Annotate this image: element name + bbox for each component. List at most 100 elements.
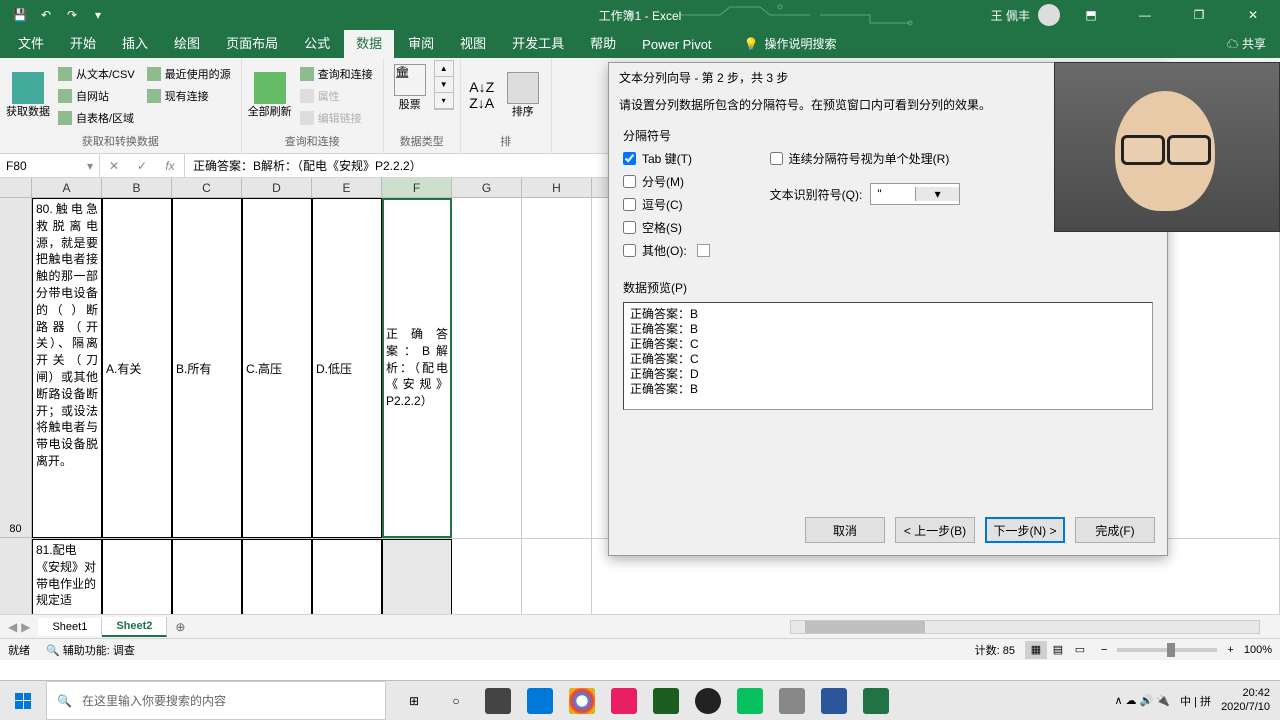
cell-E80[interactable]: D.低压	[312, 198, 382, 538]
taskbar-search[interactable]: 🔍 在这里输入你要搜索的内容	[46, 681, 386, 720]
save-icon[interactable]: 💾	[8, 3, 32, 27]
cell-D80[interactable]: C.高压	[242, 198, 312, 538]
zoom-slider[interactable]	[1117, 648, 1217, 652]
queries-conn[interactable]: 查询和连接	[296, 64, 377, 84]
sheet-tab-1[interactable]: Sheet1	[38, 618, 102, 636]
data-type-gallery[interactable]: ▲▼▾	[434, 60, 454, 110]
share-button[interactable]: ☁ 共享	[1213, 29, 1280, 58]
tell-me[interactable]: 💡 操作说明搜索	[734, 29, 847, 58]
from-table[interactable]: 自表格/区域	[54, 108, 139, 128]
cell-C80[interactable]: B.所有	[172, 198, 242, 538]
chk-tab[interactable]: Tab 键(T)	[623, 150, 710, 167]
tab-review[interactable]: 审阅	[396, 27, 446, 58]
cell-B80[interactable]: A.有关	[102, 198, 172, 538]
cell-G81[interactable]	[452, 539, 522, 614]
tb-wechat-icon[interactable]	[732, 683, 768, 719]
cancel-button[interactable]: 取消	[805, 517, 885, 543]
col-E[interactable]: E	[312, 178, 382, 197]
add-sheet-icon[interactable]: ⊕	[167, 620, 193, 634]
get-data-button[interactable]: 获取数据	[6, 60, 50, 130]
chk-comma[interactable]: 逗号(C)	[623, 196, 710, 213]
cancel-formula-icon[interactable]: ✕	[100, 154, 128, 177]
sheet-tab-2[interactable]: Sheet2	[102, 617, 167, 637]
cell-B81[interactable]	[102, 539, 172, 614]
tab-dev[interactable]: 开发工具	[500, 27, 576, 58]
sort-button[interactable]: 排序	[501, 60, 545, 130]
tb-app2[interactable]	[606, 683, 642, 719]
cell-C81[interactable]	[172, 539, 242, 614]
tb-mail-icon[interactable]	[522, 683, 558, 719]
qat-more-icon[interactable]: ▾	[86, 3, 110, 27]
tray-icons[interactable]: ∧ ☁ 🔊 🔌	[1114, 694, 1170, 707]
h-scrollbar[interactable]	[790, 620, 1260, 634]
tab-draw[interactable]: 绘图	[162, 27, 212, 58]
sort-az-button[interactable]: A↓ZZ↓A	[467, 60, 497, 130]
minimize-icon[interactable]: —	[1122, 0, 1168, 30]
tab-powerpivot[interactable]: Power Pivot	[630, 31, 723, 58]
tb-cortana-icon[interactable]: ○	[438, 683, 474, 719]
tb-app3[interactable]	[648, 683, 684, 719]
col-H[interactable]: H	[522, 178, 592, 197]
refresh-all-button[interactable]: 全部刷新	[248, 60, 292, 130]
status-accessibility[interactable]: 🔍 辅助功能: 调查	[46, 642, 135, 658]
select-all-corner[interactable]	[0, 178, 32, 197]
cell-E81[interactable]	[312, 539, 382, 614]
col-F[interactable]: F	[382, 178, 452, 197]
ribbon-display-icon[interactable]: ⬒	[1068, 0, 1114, 30]
sheet-nav-right-icon[interactable]: ▶	[21, 620, 30, 634]
from-web[interactable]: 自网站	[54, 86, 139, 106]
other-delim-input[interactable]	[697, 244, 710, 257]
row-81-header[interactable]: 81	[0, 538, 32, 614]
zoom-in-icon[interactable]: +	[1227, 644, 1233, 656]
cell-A81[interactable]: 81.配电《安规》对带电作业的规定适	[32, 539, 102, 614]
tab-formulas[interactable]: 公式	[292, 27, 342, 58]
text-qualifier-select[interactable]: "▾	[870, 183, 960, 205]
chk-space[interactable]: 空格(S)	[623, 219, 710, 236]
tab-layout[interactable]: 页面布局	[214, 27, 290, 58]
user-name[interactable]: 王 佩丰	[991, 7, 1030, 24]
cell-F81[interactable]	[382, 539, 452, 614]
col-G[interactable]: G	[452, 178, 522, 197]
tb-word-icon[interactable]	[816, 683, 852, 719]
tray-ime[interactable]: 中 | 拼	[1180, 693, 1211, 709]
close-icon[interactable]: ✕	[1230, 0, 1276, 30]
avatar[interactable]	[1038, 4, 1060, 26]
cell-H81[interactable]	[522, 539, 592, 614]
row-80-header[interactable]: 80	[0, 198, 32, 538]
tray-clock[interactable]: 20:422020/7/10	[1221, 687, 1270, 713]
cell-F80[interactable]: 正 确 答案：B解析：（配电《安规》P2.2.2）	[382, 198, 452, 538]
tb-chrome-icon[interactable]	[564, 683, 600, 719]
next-button[interactable]: 下一步(N) >	[985, 517, 1065, 543]
tab-file[interactable]: 文件	[6, 27, 56, 58]
undo-icon[interactable]: ↶	[34, 3, 58, 27]
tb-obs-icon[interactable]	[690, 683, 726, 719]
tb-app4[interactable]	[774, 683, 810, 719]
from-text-csv[interactable]: 从文本/CSV	[54, 64, 139, 84]
chk-semicolon[interactable]: 分号(M)	[623, 173, 710, 190]
tab-view[interactable]: 视图	[448, 27, 498, 58]
cell-D81[interactable]	[242, 539, 312, 614]
task-view-icon[interactable]: ⊞	[396, 683, 432, 719]
name-box[interactable]: ▾	[0, 154, 100, 177]
preview-box[interactable]: 正确答案：B 正确答案：B 正确答案：C 正确答案：C 正确答案：D 正确答案：…	[623, 302, 1153, 410]
tab-home[interactable]: 开始	[58, 27, 108, 58]
cell-G80[interactable]	[452, 198, 522, 538]
cell-H80[interactable]	[522, 198, 592, 538]
chk-other[interactable]: 其他(O):	[623, 242, 710, 259]
stocks-type[interactable]: 🏛股票	[390, 60, 430, 116]
cell-A80[interactable]: 80.触电急救脱离电源，就是要把触电者接触的那一部分带电设备的（ ）断路器（开关…	[32, 198, 102, 538]
fx-icon[interactable]: fx	[156, 154, 184, 177]
tb-excel-icon[interactable]	[858, 683, 894, 719]
tab-help[interactable]: 帮助	[578, 27, 628, 58]
chk-consecutive[interactable]: 连续分隔符号视为单个处理(R)	[770, 150, 961, 167]
col-A[interactable]: A	[32, 178, 102, 197]
view-buttons[interactable]: ▦▤▭	[1025, 641, 1091, 659]
start-button[interactable]	[0, 681, 46, 720]
col-B[interactable]: B	[102, 178, 172, 197]
existing-conn[interactable]: 现有连接	[143, 86, 235, 106]
finish-button[interactable]: 完成(F)	[1075, 517, 1155, 543]
tab-insert[interactable]: 插入	[110, 27, 160, 58]
col-C[interactable]: C	[172, 178, 242, 197]
sheet-nav-left-icon[interactable]: ◀	[8, 620, 17, 634]
redo-icon[interactable]: ↷	[60, 3, 84, 27]
